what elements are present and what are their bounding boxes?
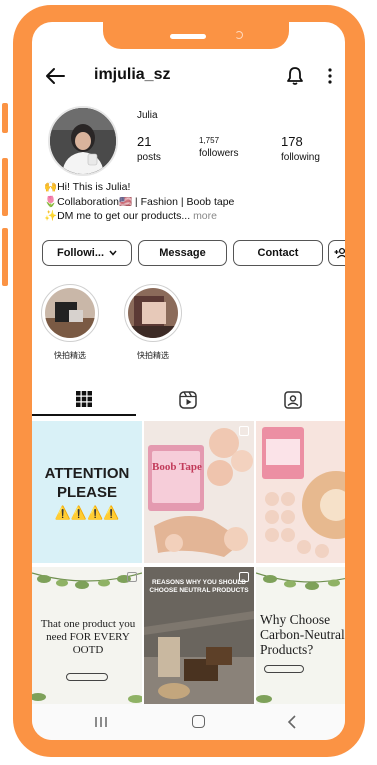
followers-stat[interactable]: 1,757 followers xyxy=(199,134,238,159)
tape-roll-product-image xyxy=(256,421,345,563)
highlight-cover xyxy=(128,288,178,338)
following-stat[interactable]: 178 following xyxy=(281,134,320,163)
highlight-label: 快拍精选 xyxy=(54,351,86,360)
post-thumbnail[interactable]: Why Choose Carbon-Neutral Products? xyxy=(256,567,345,709)
following-button[interactable]: Followi... xyxy=(42,240,132,266)
camera-icon xyxy=(235,31,243,39)
volume-button xyxy=(2,103,8,133)
post-thumbnail[interactable] xyxy=(256,421,345,563)
profile-username: imjulia_sz xyxy=(94,66,171,83)
phone-screen: imjulia_sz Julia 21 posts 1,757 follower… xyxy=(32,22,345,740)
system-nav-bar xyxy=(32,704,345,740)
highlight-ring xyxy=(41,284,99,342)
phone-frame: imjulia_sz Julia 21 posts 1,757 follower… xyxy=(0,0,377,765)
speaker-icon xyxy=(170,34,206,39)
profile-display-name: Julia xyxy=(137,110,158,121)
message-button-label: Message xyxy=(159,247,206,259)
post-thumbnail[interactable]: That one product you need FOR EVERY OOTD xyxy=(32,567,142,709)
followers-label: followers xyxy=(199,148,239,159)
back-arrow-icon[interactable] xyxy=(44,66,66,86)
chevron-down-icon xyxy=(109,250,117,256)
post-thumbnail[interactable]: Boob Tape xyxy=(144,421,254,563)
posts-label: posts xyxy=(137,152,161,163)
posts-stat[interactable]: 21 posts xyxy=(137,134,161,163)
profile-header: imjulia_sz xyxy=(32,62,345,90)
message-button[interactable]: Message xyxy=(138,240,227,266)
nav-back-icon[interactable] xyxy=(287,714,297,730)
bio-line: 🌷Collaboration🇺🇸 | Fashion | Boob tape xyxy=(44,195,235,208)
warning-emojis: ⚠️⚠️⚠️⚠️ xyxy=(54,505,120,520)
carousel-icon xyxy=(239,572,249,582)
reels-icon xyxy=(179,391,197,409)
notification-bell-icon[interactable] xyxy=(286,66,304,86)
tab-posts-grid[interactable] xyxy=(32,384,136,416)
post-heading: That one product you need FOR EVERY OOTD xyxy=(40,618,136,656)
tab-tagged[interactable] xyxy=(241,384,345,416)
bio-line-text: ✨DM me to get our products... xyxy=(44,210,191,222)
recent-apps-icon[interactable] xyxy=(94,716,108,728)
bio-more-link[interactable]: more xyxy=(193,210,217,222)
carousel-icon xyxy=(239,426,249,436)
post-heading: ATTENTION PLEASE xyxy=(44,465,130,501)
grid-icon xyxy=(76,391,92,407)
post-heading: Why Choose Carbon-Neutral Products? xyxy=(260,612,345,657)
learn-more-mini-button xyxy=(66,673,108,681)
following-label: following xyxy=(281,152,320,163)
volume-down-button xyxy=(2,228,8,286)
followers-count: 1,757 xyxy=(199,136,220,145)
contact-button-label: Contact xyxy=(257,247,299,259)
more-options-icon[interactable] xyxy=(328,68,332,84)
highlight-ring xyxy=(124,284,182,342)
tab-reels[interactable] xyxy=(136,384,240,416)
following-count: 178 xyxy=(281,134,303,149)
add-user-icon xyxy=(334,247,345,259)
tagged-icon xyxy=(284,391,302,409)
post-caption: REASONS WHY YOU SHOULD CHOOSE NEUTRAL PR… xyxy=(149,579,249,594)
carousel-icon xyxy=(127,572,137,582)
volume-up-button xyxy=(2,158,8,216)
post-brand-label: Boob Tape xyxy=(152,461,202,473)
contact-button[interactable]: Contact xyxy=(233,240,323,266)
bio-line: ✨DM me to get our products... more xyxy=(44,209,334,224)
profile-avatar[interactable] xyxy=(48,106,118,176)
bio-line: 🙌Hi! This is Julia! xyxy=(44,181,131,193)
phone-notch xyxy=(103,5,289,49)
following-button-label: Followi... xyxy=(56,247,105,259)
highlight-label: 快拍精选 xyxy=(137,351,169,360)
boob-tape-product-image xyxy=(144,421,254,563)
highlight-cover xyxy=(45,288,95,338)
story-highlight[interactable]: 快拍精选 xyxy=(39,284,101,361)
posts-count: 21 xyxy=(137,134,152,149)
learn-more-mini-button xyxy=(264,665,304,673)
post-thumbnail[interactable]: REASONS WHY YOU SHOULD CHOOSE NEUTRAL PR… xyxy=(144,567,254,709)
add-user-button[interactable] xyxy=(328,240,345,266)
post-thumbnail[interactable]: ATTENTION PLEASE ⚠️⚠️⚠️⚠️ xyxy=(32,421,142,563)
home-icon[interactable] xyxy=(192,715,205,728)
story-highlight[interactable]: 快拍精选 xyxy=(122,284,184,361)
profile-bio: 🙌Hi! This is Julia! 🌷Collaboration🇺🇸 | F… xyxy=(44,180,334,224)
